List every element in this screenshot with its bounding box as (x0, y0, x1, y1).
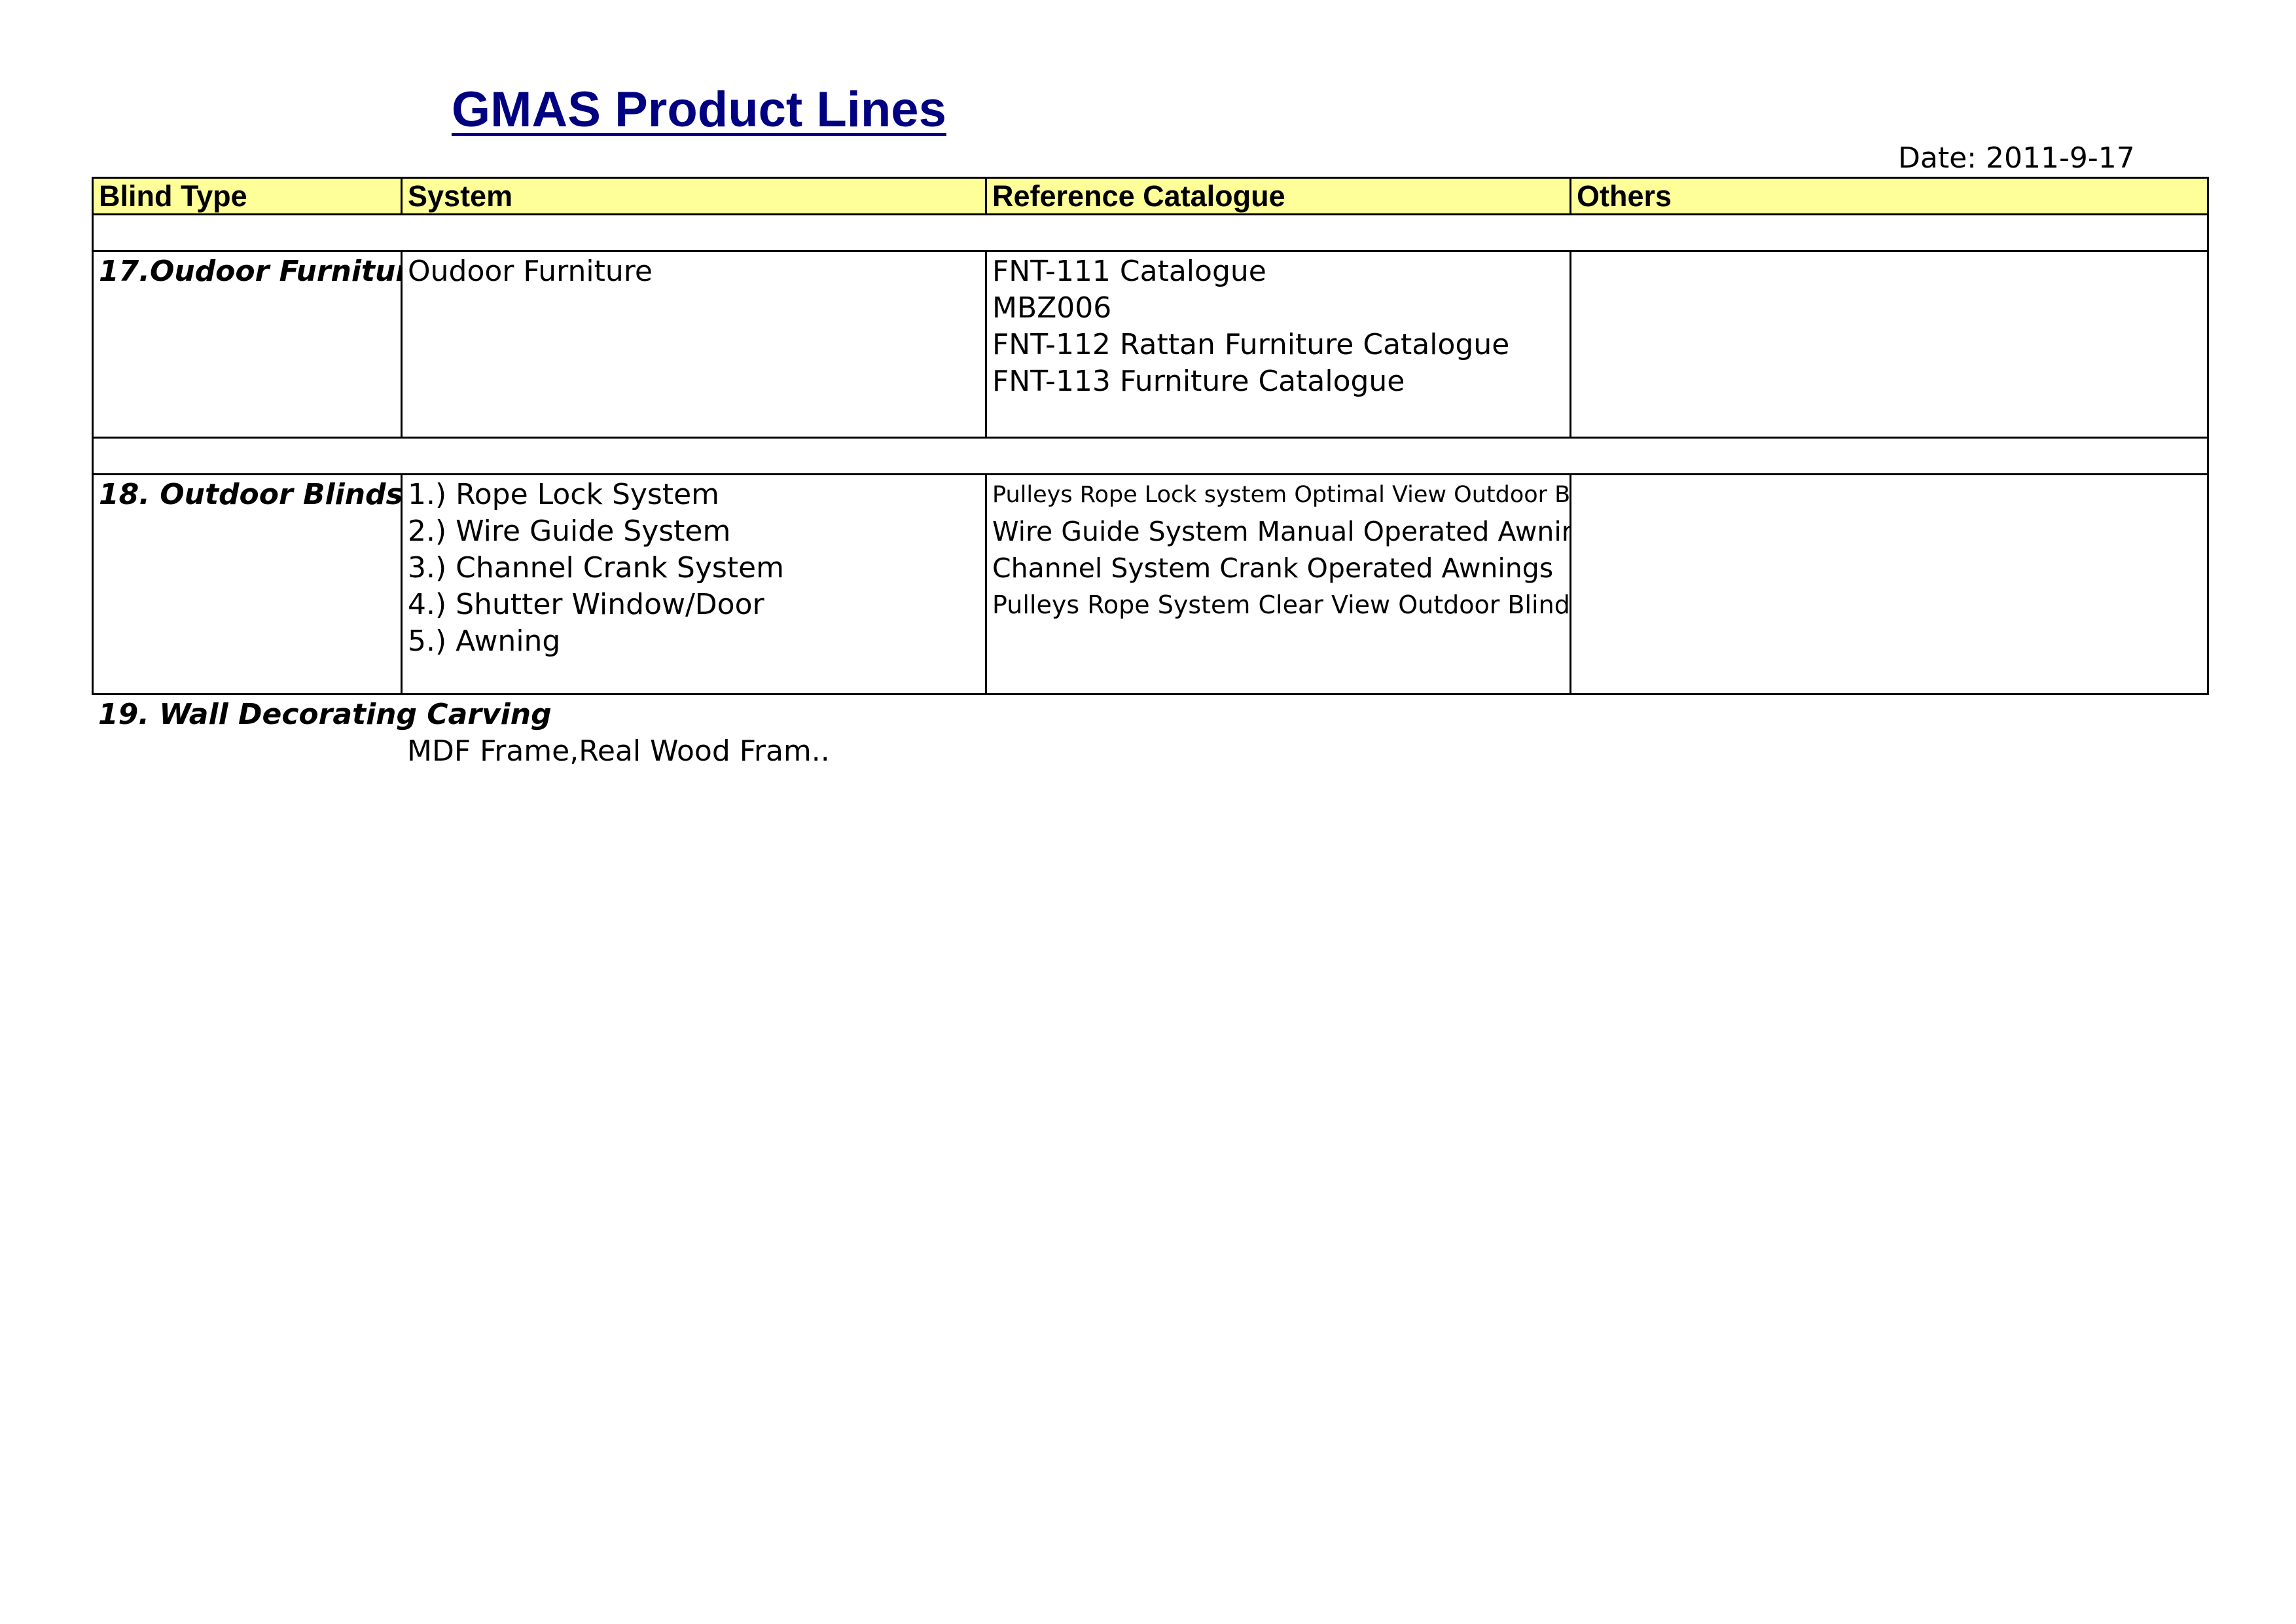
catalogue-item: Pulleys Rope System Clear View Outdoor B… (992, 590, 1571, 619)
spacer-cell (92, 213, 2209, 252)
header-system: System (401, 177, 987, 215)
row-catalogues: Pulleys Rope Lock system Optimal View Ou… (985, 473, 1571, 695)
table-header-row: Blind Type System Reference Catalogue Ot… (92, 177, 2209, 215)
system-item: Oudoor Furniture (408, 255, 653, 288)
table-row: 17.Oudoor Furniture Oudoor Furniture FNT… (92, 250, 2209, 439)
system-item: 3.) Channel Crank System (408, 551, 784, 585)
table-row: 18. Outdoor Blinds 1.) Rope Lock System … (92, 473, 2209, 695)
page-title: GMAS Product Lines (452, 82, 946, 137)
spacer-cell (92, 437, 2209, 475)
row-catalogues: FNT-111 Catalogue MBZ006 FNT-112 Rattan … (985, 250, 1571, 439)
row-category: 17.Oudoor Furniture (92, 250, 403, 439)
header-blind-type: Blind Type (92, 177, 403, 215)
document-date: Date: 2011-9-17 (1898, 141, 2135, 175)
catalogue-item: Pulleys Rope Lock system Optimal View Ou… (992, 482, 1571, 508)
spacer-row (92, 437, 2209, 475)
footer-category: 19. Wall Decorating Carving (98, 698, 552, 731)
catalogue-item: FNT-113 Furniture Catalogue (992, 365, 1405, 398)
catalogue-item: FNT-112 Rattan Furniture Catalogue (992, 328, 1510, 361)
product-lines-table: Blind Type System Reference Catalogue Ot… (92, 177, 2209, 695)
header-reference-catalogue: Reference Catalogue (985, 177, 1571, 215)
footer-system-text: MDF Frame,Real Wood Fram.. (407, 734, 830, 768)
system-item: 4.) Shutter Window/Door (408, 588, 764, 621)
catalogue-item: FNT-111 Catalogue (992, 255, 1266, 288)
system-item: 2.) Wire Guide System (408, 514, 731, 548)
catalogue-item: Wire Guide System Manual Operated Awning… (992, 516, 1571, 547)
header-others: Others (1570, 177, 2209, 215)
row-others (1570, 250, 2209, 439)
catalogue-item: Channel System Crank Operated Awnings (992, 552, 1554, 584)
system-item: 1.) Rope Lock System (408, 478, 720, 511)
system-item: 5.) Awning (408, 624, 561, 658)
row-category: 18. Outdoor Blinds (92, 473, 403, 695)
catalogue-item: MBZ006 (992, 291, 1112, 325)
row-systems: Oudoor Furniture (401, 250, 987, 439)
row-systems: 1.) Rope Lock System 2.) Wire Guide Syst… (401, 473, 987, 695)
row-others (1570, 473, 2209, 695)
spacer-row (92, 213, 2209, 252)
